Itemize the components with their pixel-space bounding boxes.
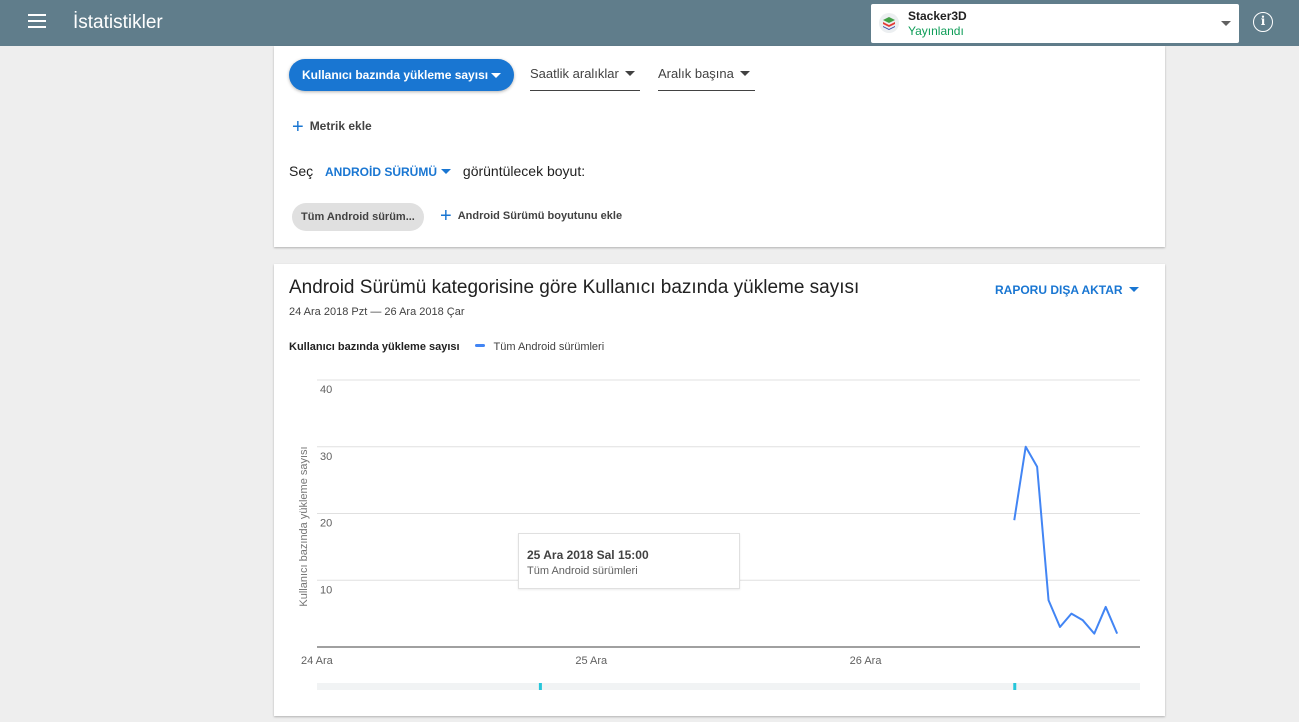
x-tick-label: 24 Ara xyxy=(301,655,334,667)
aggregation-dropdown[interactable]: Aralık başına xyxy=(658,66,755,91)
info-icon[interactable]: i xyxy=(1253,12,1273,32)
chevron-down-icon xyxy=(624,71,635,76)
interval-dropdown-label: Saatlik aralıklar xyxy=(530,66,619,81)
add-dimension-button[interactable]: + Android Sürümü boyutunu ekle xyxy=(440,205,622,228)
tooltip-date: 25 Ara 2018 Sal 15:00 xyxy=(527,548,649,562)
y-tick-label: 30 xyxy=(320,451,332,463)
plus-icon: + xyxy=(292,116,304,138)
y-axis-label: Kullanıcı bazında yükleme sayısı xyxy=(298,446,310,606)
add-metric-label: Metrik ekle xyxy=(309,119,372,133)
app-logo-icon xyxy=(879,13,899,33)
report-chart-card: Android Sürümü kategorisine göre Kullanı… xyxy=(274,264,1165,716)
y-tick-label: 40 xyxy=(320,384,332,396)
metric-selector-label: Kullanıcı bazında yükleme sayısı xyxy=(302,68,489,82)
interval-dropdown[interactable]: Saatlik aralıklar xyxy=(530,66,640,91)
add-dimension-label: Android Sürümü boyutunu ekle xyxy=(457,210,623,222)
chart-tooltip: 25 Ara 2018 Sal 15:00 Tüm Android sürüml… xyxy=(518,533,740,589)
chevron-down-icon xyxy=(1221,21,1231,26)
range-navigator xyxy=(317,683,1140,690)
dimension-row: Seç ANDROİD SÜRÜMÜ görüntülecek boyut: xyxy=(289,163,585,179)
dimension-prefix: Seç xyxy=(289,163,314,179)
x-tick-label: 26 Ara xyxy=(850,655,883,667)
range-handle-left xyxy=(538,683,542,690)
aggregation-dropdown-label: Aralık başına xyxy=(658,66,734,81)
app-selector[interactable]: Stacker3D Yayınlandı xyxy=(871,4,1239,43)
tooltip-series: Tüm Android sürümleri xyxy=(527,565,638,577)
chevron-down-icon xyxy=(441,169,452,174)
range-handle-right xyxy=(1013,683,1017,690)
chevron-down-icon xyxy=(739,71,750,76)
chevron-down-icon xyxy=(491,73,502,78)
y-tick-label: 10 xyxy=(320,584,332,596)
dimension-suffix: görüntülecek boyut: xyxy=(462,163,586,179)
dimension-selector[interactable]: ANDROİD SÜRÜMÜ xyxy=(325,165,452,179)
y-tick-label: 20 xyxy=(320,518,332,530)
x-tick-label: 25 Ara xyxy=(575,655,608,667)
report-controls-card: Kullanıcı bazında yükleme sayısı Saatlik… xyxy=(274,46,1165,247)
app-name: Stacker3D xyxy=(908,9,967,23)
menu-icon[interactable] xyxy=(28,14,46,30)
plus-icon: + xyxy=(440,205,452,227)
dimension-selector-label: ANDROİD SÜRÜMÜ xyxy=(325,165,438,179)
app-bar: İstatistikler Stacker3D Yayınlandı i xyxy=(0,0,1299,46)
page-title: İstatistikler xyxy=(73,12,163,33)
add-metric-button[interactable]: + Metrik ekle xyxy=(292,116,372,139)
line-chart[interactable]: 10 20 30 40 24 Ara 25 Ara 26 Ara Kullanıcı bazı… xyxy=(274,264,1165,716)
metric-selector-button[interactable]: Kullanıcı bazında yükleme sayısı xyxy=(289,59,515,91)
series-line xyxy=(1013,445,1119,635)
app-status: Yayınlandı xyxy=(908,24,964,38)
filter-chip[interactable]: Tüm Android sürüm... xyxy=(292,203,424,231)
